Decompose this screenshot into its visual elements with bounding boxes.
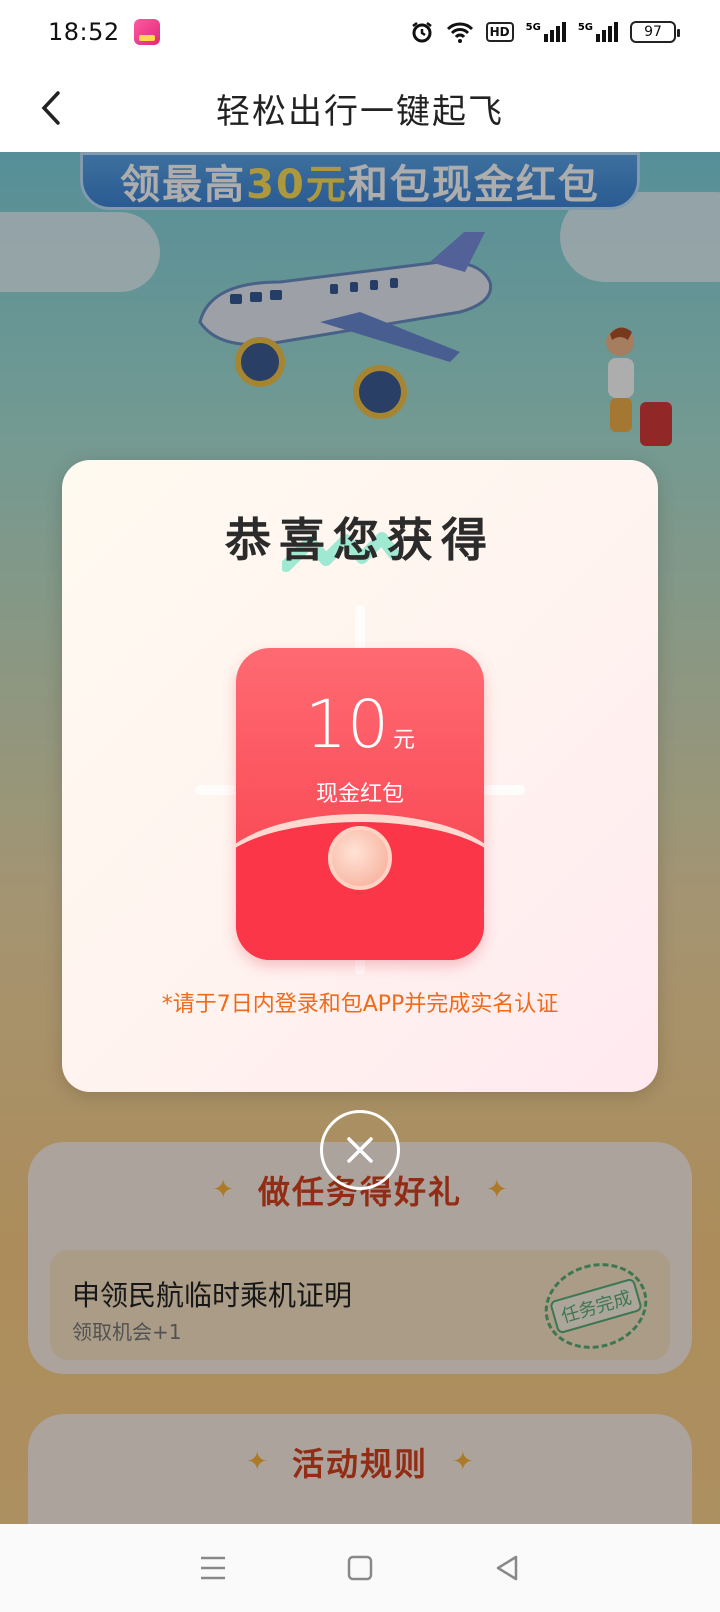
status-icons: HD 5G 5G 97 [410,20,680,44]
envelope-seal-icon [328,826,392,890]
battery-icon: 97 [630,21,680,43]
net-label-2: 5G [577,22,593,33]
hd-badge: HD [485,22,514,42]
amount-value: 10 [305,686,389,763]
modal-note: *请于7日内登录和包APP并完成实名认证 [161,992,559,1017]
close-icon [347,1137,373,1163]
modal-title: 恭喜您获得 [225,513,495,567]
nav-menu-button[interactable] [183,1538,243,1598]
menu-icon [201,1556,226,1580]
close-modal-button[interactable] [320,1110,400,1190]
signal-icon-2: 5G [578,22,618,42]
alarm-icon [411,22,432,43]
red-envelope: 10 元 现金红包 [236,648,484,960]
app-header: 轻松出行一键起飞 [0,64,720,152]
status-bar: 18:52 HD 5G 5G 97 [0,0,720,64]
envelope-label: 现金红包 [315,782,404,807]
reward-amount: 10 元 [236,686,484,763]
signal-icon-1: 5G [526,22,566,42]
status-time: 18:52 [48,18,120,46]
battery-level: 97 [644,24,662,40]
nav-home-button[interactable] [330,1538,390,1598]
reward-modal: 恭喜您获得 10 元 现金红包 *请于7日内登录和包APP并完成实名认证 [62,460,658,1092]
page-title: 轻松出行一键起飞 [216,91,504,132]
back-button[interactable] [28,84,76,132]
net-label-1: 5G [525,22,541,33]
app-badge-icon [133,19,160,45]
amount-unit: 元 [392,728,415,753]
nav-back-button[interactable] [477,1538,537,1598]
wifi-icon [446,22,473,43]
back-triangle-icon [496,1555,517,1581]
chevron-left-icon [41,91,60,125]
system-nav-bar [0,1524,720,1612]
home-square-icon [347,1555,373,1581]
